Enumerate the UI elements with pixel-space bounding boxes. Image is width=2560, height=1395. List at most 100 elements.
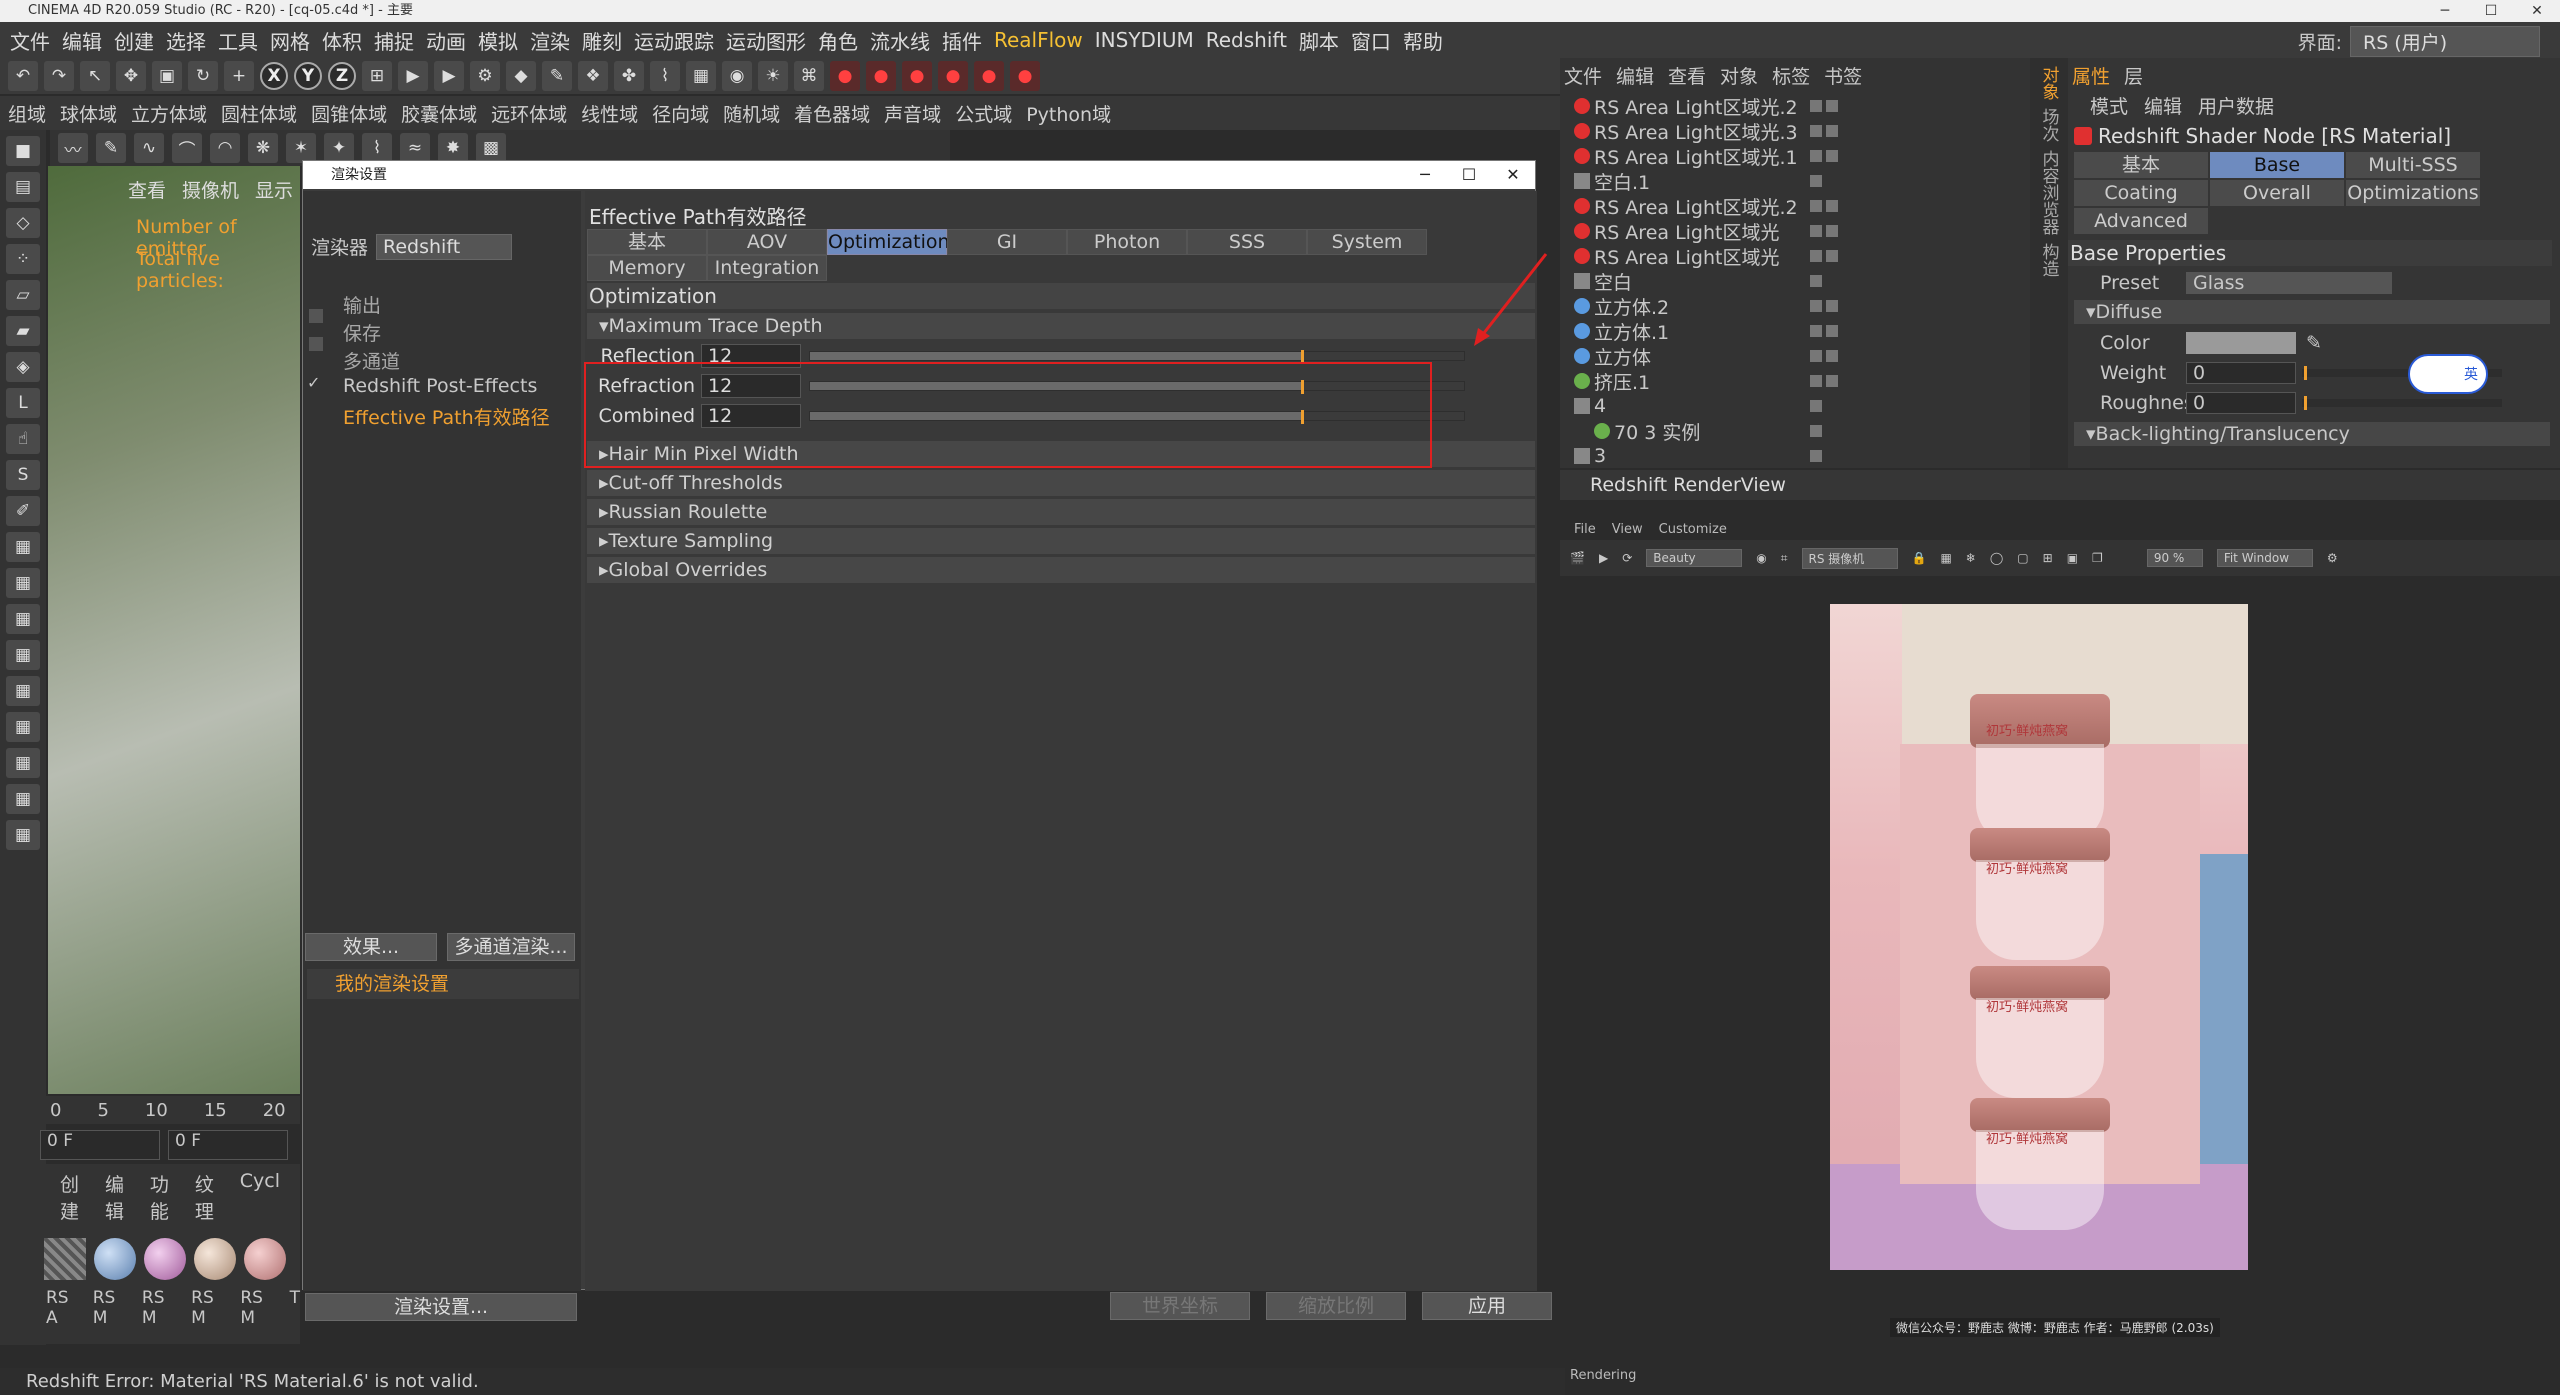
subtab-overall[interactable]: Overall	[2210, 180, 2344, 206]
object-row[interactable]: 立方体	[1574, 344, 2030, 369]
effects-button[interactable]: 效果...	[305, 933, 437, 961]
polygons-mode-icon[interactable]: ▰	[6, 316, 40, 346]
snap-icon[interactable]: S	[6, 460, 40, 490]
zoom-select[interactable]: 90 %	[2146, 549, 2203, 567]
scale-select[interactable]: 缩放比例	[1266, 1292, 1406, 1320]
field-shader[interactable]: 着色器域	[794, 100, 870, 127]
object-row[interactable]: 4	[1574, 394, 2030, 418]
grid-icon-5[interactable]: ▦	[6, 676, 40, 706]
mat-menu-cycles[interactable]: Cycl	[240, 1170, 280, 1224]
compare-icon[interactable]: ▣	[2067, 551, 2078, 565]
menu-animate[interactable]: 动画	[426, 26, 466, 55]
array-icon[interactable]: ✤	[614, 61, 644, 91]
grid-icon-4[interactable]: ▦	[6, 640, 40, 670]
redo-icon[interactable]: ↷	[44, 61, 74, 91]
xparticles-icon[interactable]: ✸	[438, 133, 468, 163]
object-row[interactable]: RS Area Light区域光	[1574, 219, 2030, 244]
subtab-multi-sss[interactable]: Multi-SSS	[2346, 152, 2480, 178]
object-row[interactable]: RS Area Light区域光	[1574, 244, 2030, 269]
start-frame-field[interactable]: 0 F	[168, 1130, 288, 1160]
viewport-menu-camera[interactable]: 摄像机	[182, 176, 239, 203]
menu-pipeline[interactable]: 流水线	[870, 26, 930, 55]
y-axis-icon[interactable]: Y	[294, 62, 322, 90]
settings-gear-icon[interactable]: ⚙	[2327, 551, 2338, 565]
menu-character[interactable]: 角色	[818, 26, 858, 55]
object-row[interactable]: RS Area Light区域光.2	[1574, 194, 2030, 219]
grid-view-icon[interactable]: ▦	[1940, 551, 1951, 565]
tab-gi[interactable]: GI	[947, 229, 1067, 255]
dialog-minimize-icon[interactable]: ─	[1403, 161, 1447, 189]
spline-arc-icon[interactable]: ◠	[210, 133, 240, 163]
object-row[interactable]: 空白.1	[1574, 169, 2030, 194]
camera-icon[interactable]: ◉	[722, 61, 752, 91]
hair-icon[interactable]: ⌇	[362, 133, 392, 163]
lock-icon[interactable]: 🔒	[1912, 551, 1927, 565]
tab-aov[interactable]: AOV	[707, 229, 827, 255]
material-swatch[interactable]	[244, 1238, 286, 1280]
obj-menu-objects[interactable]: 对象	[1720, 62, 1758, 89]
object-row[interactable]: 立方体.1	[1574, 319, 2030, 344]
tab-takes[interactable]: 场次	[2037, 108, 2062, 142]
tab-basic[interactable]: 基本	[587, 229, 707, 255]
menu-plugins[interactable]: 插件	[942, 26, 982, 55]
field-radial[interactable]: 径向域	[652, 100, 709, 127]
spline-icon[interactable]: 〰	[58, 133, 88, 163]
subtab-advanced[interactable]: Advanced	[2074, 208, 2208, 234]
edges-mode-icon[interactable]: ▱	[6, 280, 40, 310]
menu-mograph[interactable]: 运动图形	[726, 26, 806, 55]
rv-menu-view[interactable]: View	[1612, 522, 1643, 537]
z-axis-icon[interactable]: Z	[328, 62, 356, 90]
rv-menu-customize[interactable]: Customize	[1659, 522, 1727, 537]
axis-mode-icon[interactable]: L	[6, 388, 40, 418]
subtab-coating[interactable]: Coating	[2074, 180, 2208, 206]
group-backlighting[interactable]: ▾Back-lighting/Translucency	[2074, 422, 2550, 446]
fit-select[interactable]: Fit Window	[2216, 549, 2313, 567]
x-axis-icon[interactable]: X	[260, 62, 288, 90]
field-formula[interactable]: 公式域	[955, 100, 1012, 127]
grid-icon-9[interactable]: ▦	[6, 820, 40, 850]
material-swatch[interactable]	[194, 1238, 236, 1280]
menu-mesh[interactable]: 网格	[270, 26, 310, 55]
menu-file[interactable]: 文件	[10, 26, 50, 55]
object-row[interactable]: 3	[1574, 444, 2030, 468]
mat-menu-edit[interactable]: 编辑	[105, 1170, 134, 1224]
rs-light-icon-3[interactable]: ●	[902, 61, 932, 91]
render-settings-button[interactable]: 渲染设置...	[305, 1293, 577, 1321]
group-russian-roulette[interactable]: ▸Russian Roulette	[587, 499, 1535, 525]
grid-icon-8[interactable]: ▦	[6, 784, 40, 814]
renderer-select[interactable]: Redshift	[376, 233, 513, 260]
object-row[interactable]: RS Area Light区域光.3	[1574, 119, 2030, 144]
mograph-fracture-icon[interactable]: ✶	[286, 133, 316, 163]
rs-light-icon-2[interactable]: ●	[866, 61, 896, 91]
tab-content-browser[interactable]: 内容浏览器	[2037, 150, 2062, 235]
group-global-overrides[interactable]: ▸Global Overrides	[587, 557, 1535, 583]
viewport-menu-view[interactable]: 查看	[128, 176, 166, 203]
menu-volume[interactable]: 体积	[322, 26, 362, 55]
timeline-ruler[interactable]: 0 5 10 15 20	[40, 1096, 300, 1124]
material-swatch[interactable]	[44, 1238, 86, 1280]
spline-pen-icon[interactable]: ✎	[96, 133, 126, 163]
menu-select[interactable]: 选择	[166, 26, 206, 55]
menu-help[interactable]: 帮助	[1403, 26, 1443, 55]
menu-insydium[interactable]: INSYDIUM	[1095, 28, 1194, 52]
save-checkbox[interactable]	[309, 309, 323, 323]
add-icon[interactable]: +	[224, 61, 254, 91]
object-row[interactable]: 空白	[1574, 269, 2030, 294]
cube-icon[interactable]: ◆	[506, 61, 536, 91]
tab-system[interactable]: System	[1307, 229, 1427, 255]
color-swatch[interactable]	[2186, 332, 2296, 354]
object-row[interactable]: RS Area Light区域光.2	[1574, 94, 2030, 119]
rotate-icon[interactable]: ↻	[188, 61, 218, 91]
dialog-maximize-icon[interactable]: ☐	[1447, 161, 1491, 189]
dialog-close-icon[interactable]: ✕	[1491, 161, 1535, 189]
rs-light-icon-1[interactable]: ●	[830, 61, 860, 91]
play-icon[interactable]: ▶	[1599, 551, 1608, 565]
coord-system-icon[interactable]: ⊞	[362, 61, 392, 91]
menu-sculpt[interactable]: 雕刻	[582, 26, 622, 55]
copy-icon[interactable]: ❐	[2092, 551, 2103, 565]
grid-icon-1[interactable]: ▦	[6, 532, 40, 562]
field-sound[interactable]: 声音域	[884, 100, 941, 127]
mat-menu-function[interactable]: 功能	[150, 1170, 179, 1224]
eyedropper-icon[interactable]: ✎	[2306, 332, 2322, 354]
points-mode-icon[interactable]: ⁘	[6, 244, 40, 274]
